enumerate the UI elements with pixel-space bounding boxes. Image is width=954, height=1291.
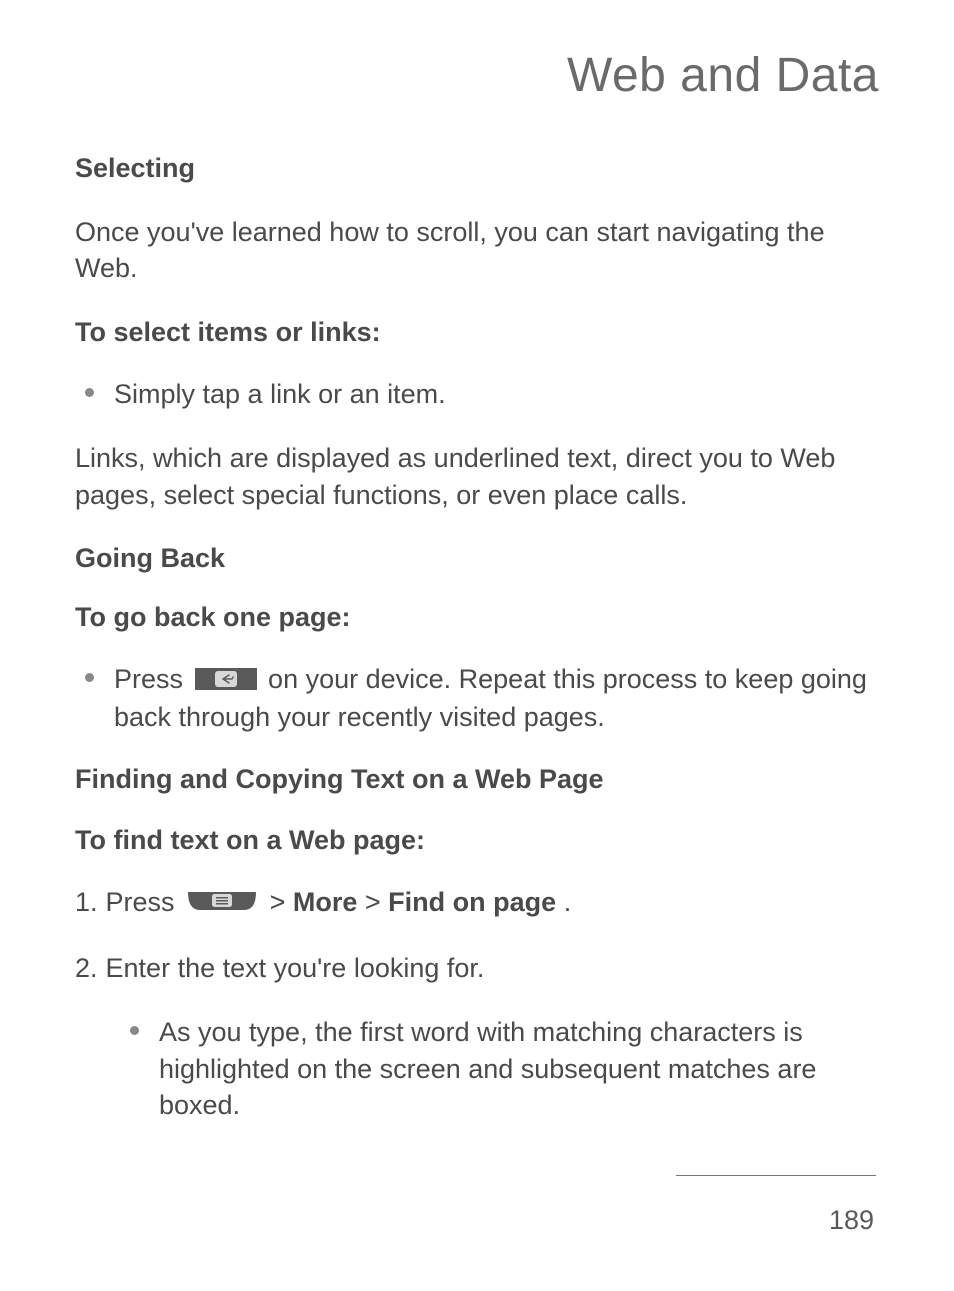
bullet-text: Press on your device. Repeat this proces… — [114, 661, 879, 736]
separator: > — [270, 887, 293, 917]
heading-going-back: Going Back — [75, 543, 879, 574]
links-paragraph: Links, which are displayed as underlined… — [75, 440, 879, 513]
bullet-dot-icon — [130, 1026, 139, 1035]
step-number: 2. — [75, 950, 98, 986]
bullet-dot-icon — [85, 388, 94, 397]
bullet-text: Simply tap a link or an item. — [114, 376, 879, 412]
back-key-icon — [195, 663, 257, 699]
menu-find-label: Find on page — [388, 887, 556, 917]
heading-finding: Finding and Copying Text on a Web Page — [75, 764, 879, 795]
bullet-item: As you type, the first word with matchin… — [75, 1014, 879, 1123]
page-number: 189 — [829, 1205, 874, 1236]
separator: > — [365, 887, 388, 917]
step-2: 2. Enter the text you're looking for. — [75, 950, 879, 986]
subhead-find-text: To find text on a Web page: — [75, 825, 879, 856]
page-title: Web and Data — [75, 48, 879, 103]
bullet-item: Press on your device. Repeat this proces… — [75, 661, 879, 736]
step-1: 1. Press > More > Find on page . — [75, 884, 879, 922]
text-fragment: . — [564, 887, 572, 917]
text-fragment: Press — [114, 664, 191, 694]
text-fragment: Press — [106, 887, 183, 917]
footer-rule — [676, 1175, 876, 1176]
step-text: Enter the text you're looking for. — [106, 950, 879, 986]
subhead-select-items: To select items or links: — [75, 317, 879, 348]
bullet-dot-icon — [85, 673, 94, 682]
heading-selecting: Selecting — [75, 153, 879, 184]
bullet-item: Simply tap a link or an item. — [75, 376, 879, 412]
menu-more-label: More — [293, 887, 358, 917]
bullet-text: As you type, the first word with matchin… — [159, 1014, 879, 1123]
subhead-go-back: To go back one page: — [75, 602, 879, 633]
step-text: Press > More > Find on page . — [106, 884, 879, 922]
step-number: 1. — [75, 884, 98, 920]
intro-paragraph: Once you've learned how to scroll, you c… — [75, 214, 879, 287]
menu-key-icon — [186, 885, 258, 921]
